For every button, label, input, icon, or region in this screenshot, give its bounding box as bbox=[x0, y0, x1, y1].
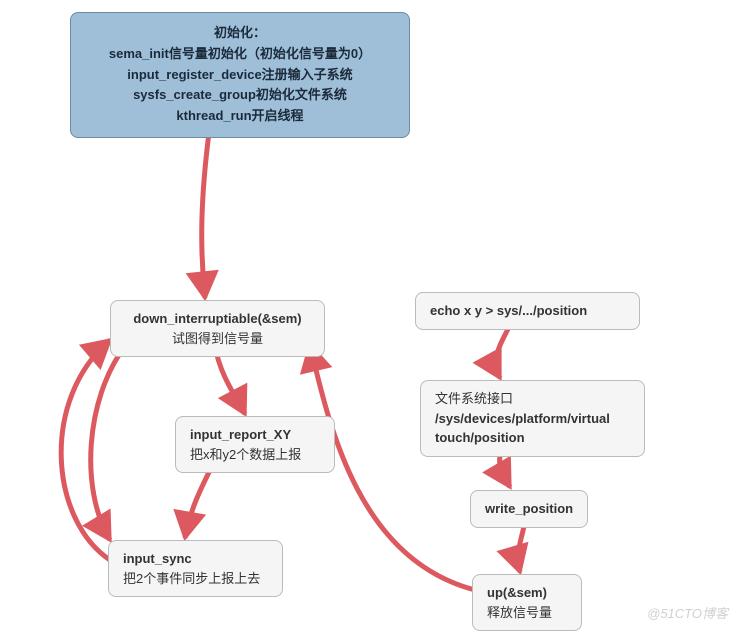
node-up-sem: up(&sem) 释放信号量 bbox=[472, 574, 582, 631]
node-init: 初始化： sema_init信号量初始化（初始化信号量为0） input_reg… bbox=[70, 12, 410, 138]
sync-sub: 把2个事件同步上报上去 bbox=[123, 569, 268, 589]
node-input-report-xy: input_report_XY 把x和y2个数据上报 bbox=[175, 416, 335, 473]
up-sub: 释放信号量 bbox=[487, 603, 567, 623]
watermark: @51CTO博客 bbox=[647, 603, 728, 622]
fsiface-sub: /sys/devices/platform/virtual touch/posi… bbox=[435, 409, 630, 448]
init-line2: sema_init信号量初始化（初始化信号量为0） bbox=[91, 44, 389, 65]
down-sub: 试图得到信号量 bbox=[125, 329, 310, 349]
init-line1: 初始化： bbox=[91, 23, 389, 44]
node-fs-interface: 文件系统接口 /sys/devices/platform/virtual tou… bbox=[420, 380, 645, 457]
fsiface-title: 文件系统接口 bbox=[435, 389, 630, 409]
down-title: down_interruptiable(&sem) bbox=[125, 309, 310, 329]
node-down-interruptiable: down_interruptiable(&sem) 试图得到信号量 bbox=[110, 300, 325, 357]
report-sub: 把x和y2个数据上报 bbox=[190, 445, 320, 465]
writepos-title: write_position bbox=[485, 499, 573, 519]
init-line4: sysfs_create_group初始化文件系统 bbox=[91, 85, 389, 106]
report-title: input_report_XY bbox=[190, 425, 320, 445]
init-line5: kthread_run开启线程 bbox=[91, 106, 389, 127]
node-write-position: write_position bbox=[470, 490, 588, 528]
node-input-sync: input_sync 把2个事件同步上报上去 bbox=[108, 540, 283, 597]
sync-title: input_sync bbox=[123, 549, 268, 569]
init-line3: input_register_device注册输入子系统 bbox=[91, 65, 389, 86]
node-echo: echo x y > sys/.../position bbox=[415, 292, 640, 330]
up-title: up(&sem) bbox=[487, 583, 567, 603]
echo-title: echo x y > sys/.../position bbox=[430, 301, 625, 321]
